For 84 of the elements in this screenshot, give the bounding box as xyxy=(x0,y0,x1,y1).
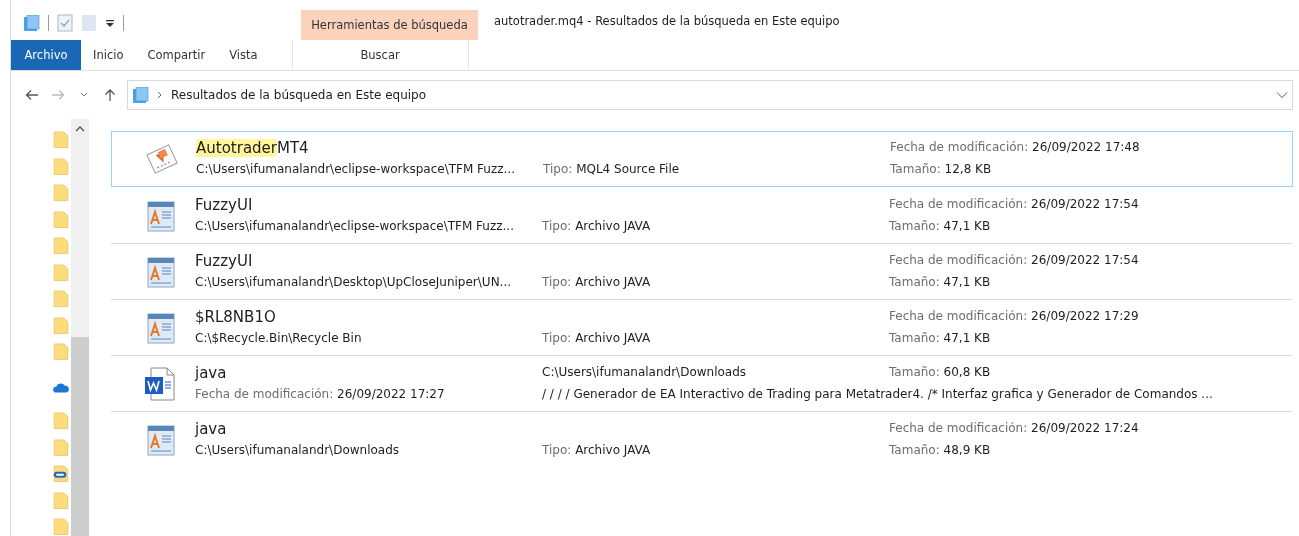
field-value: MQL4 Source File xyxy=(576,162,680,176)
folder-icon[interactable] xyxy=(53,290,69,308)
file-name: AutotraderMT4 xyxy=(196,138,310,159)
linked-folder-icon[interactable] xyxy=(53,465,69,483)
folder-icon[interactable] xyxy=(53,316,69,335)
up-icon[interactable] xyxy=(104,88,116,102)
dropdown-icon[interactable] xyxy=(1276,91,1288,99)
file-tab[interactable]: Archivo xyxy=(11,40,81,70)
ribbon-tab[interactable]: Compartir xyxy=(135,40,218,70)
field-label: Tipo: xyxy=(543,162,573,176)
field-value: 47,1 KB xyxy=(943,330,991,345)
field-label: Tipo: xyxy=(542,330,572,345)
field-label: Tamaño: xyxy=(889,218,940,233)
field-label: Tamaño: xyxy=(889,330,940,345)
folder-icon[interactable] xyxy=(53,412,69,430)
field-value: 48,9 KB xyxy=(943,442,991,457)
address-location: Resultados de la búsqueda en Este equipo xyxy=(171,88,428,102)
folder-icon[interactable] xyxy=(53,237,69,255)
result-item[interactable]: FuzzyUI Fecha de modificación: 26/09/2022 17:54 C:\Users\ifumanalandr\Desktop\UpCloseJuniper\UN... Tipo: Archivo JAVA Tamaño: 47,1 KB xyxy=(111,243,1293,299)
field-value: 26/09/2022 17:29 xyxy=(1031,308,1139,323)
field-value: 47,1 KB xyxy=(943,218,991,233)
file-path: C:\Users\ifumanalandr\eclipse-workspace\TFM Fuzz... xyxy=(195,217,515,235)
field-value: 47,1 KB xyxy=(943,274,991,289)
file-path: C:\Users\ifumanalandr\Downloads xyxy=(195,441,401,459)
file-path: C:\Users\ifumanalandr\Desktop\UpCloseJuniper\UN... xyxy=(195,273,513,291)
field-value: Archivo JAVA xyxy=(575,274,651,289)
field-value: 26/09/2022 17:27 xyxy=(337,386,445,401)
field-value: 60,8 KB xyxy=(943,364,991,379)
result-item[interactable]: FuzzyUI Fecha de modificación: 26/09/2022 17:54 C:\Users\ifumanalandr\eclipse-workspace\TFM Fuzz... Tipo: Archivo JAVA Tamaño: 47,1 KB xyxy=(111,187,1293,243)
field-label: Fecha de modificación: xyxy=(195,386,334,401)
folder-icon[interactable] xyxy=(53,518,69,536)
search-tools-header: Herramientas de búsqueda xyxy=(301,10,478,40)
field-value: 12,8 KB xyxy=(944,162,992,176)
result-item[interactable]: java Fecha de modificación: 26/09/2022 17:24 C:\Users\ifumanalandr\Downloads Tipo: Archivo JAVA Tamaño: 48,9 KB xyxy=(111,411,1293,467)
field-value: 26/09/2022 17:48 xyxy=(1032,140,1140,154)
field-value: 26/09/2022 17:24 xyxy=(1031,420,1139,435)
field-label: Fecha de modificación: xyxy=(889,196,1028,211)
field-label: Tipo: xyxy=(542,218,572,233)
folder-icon[interactable] xyxy=(53,157,69,176)
file-name: FuzzyUI xyxy=(195,250,254,272)
file-name: FuzzyUI xyxy=(195,194,254,216)
field-value: Archivo JAVA xyxy=(575,218,651,233)
field-label: Tamaño: xyxy=(890,162,941,176)
field-label: Fecha de modificación: xyxy=(889,308,1028,323)
window-title: autotrader.mq4 - Resultados de la búsqueda en Este equipo xyxy=(493,14,840,30)
folder-icon[interactable] xyxy=(53,343,69,361)
ribbon-tab[interactable]: Inicio xyxy=(81,40,136,70)
file-path: C:\Users\ifumanalandr\eclipse-workspace\TFM Fuzz... xyxy=(196,161,516,178)
forward-icon[interactable] xyxy=(51,89,65,101)
field-label: Fecha de modificación: xyxy=(889,252,1028,267)
field-value: 26/09/2022 17:54 xyxy=(1031,196,1139,211)
back-icon[interactable] xyxy=(25,89,39,101)
field-label: Tamaño: xyxy=(889,442,940,457)
scrollbar-thumb[interactable] xyxy=(71,337,89,536)
field-value: 26/09/2022 17:54 xyxy=(1031,252,1139,267)
folder-icon[interactable] xyxy=(53,131,69,149)
ribbon-tab[interactable]: Vista xyxy=(217,40,270,70)
folder-icon[interactable] xyxy=(53,184,69,202)
field-label: Fecha de modificación: xyxy=(890,140,1029,154)
file-name: java xyxy=(195,362,228,384)
field-label: Fecha de modificación: xyxy=(889,420,1028,435)
result-item[interactable]: $RL8NB1O Fecha de modificación: 26/09/2022 17:29 C:\$Recycle.Bin\Recycle Bin Tipo: Archivo JAVA Tamaño: 47,1 KB xyxy=(111,299,1293,355)
folder-icon[interactable] xyxy=(53,438,69,457)
field-label: Tamaño: xyxy=(889,364,940,379)
result-item[interactable]: AutotraderMT4 Fecha de modificación: 26/09/2022 17:48 C:\Users\ifumanalandr\eclipse-workspace\TFM Fuzz... Tipo: MQL4 Source File Tamaño: 12,8 KB xyxy=(111,131,1293,187)
scroll-up-icon[interactable] xyxy=(75,125,85,132)
breadcrumb-chevron-icon xyxy=(157,91,163,99)
folder-icon[interactable] xyxy=(53,210,69,229)
folder-icon[interactable] xyxy=(53,263,69,282)
ribbon-tab[interactable]: Buscar xyxy=(291,40,469,70)
customize-menu-icon[interactable] xyxy=(105,18,115,28)
content-snippet: / / / / Generador de EA Interactivo de Trading para Metatrader4. /* Interfaz grafica y Generador de Comandos ... xyxy=(542,385,1214,403)
field-value: Archivo JAVA xyxy=(575,442,651,457)
folder-icon[interactable] xyxy=(53,491,69,510)
field-label: Tipo: xyxy=(542,274,572,289)
recent-locations-icon[interactable] xyxy=(80,92,88,98)
file-name: $RL8NB1O xyxy=(195,306,277,328)
field-label: Tipo: xyxy=(542,442,572,457)
field-value: Archivo JAVA xyxy=(575,330,651,345)
address-bar[interactable]: Resultados de la búsqueda en Este equipo xyxy=(127,80,1293,110)
field-label: Tamaño: xyxy=(889,274,940,289)
file-path: C:\Users\ifumanalandr\Downloads xyxy=(542,363,748,381)
file-name: java xyxy=(195,418,228,440)
file-path: C:\$Recycle.Bin\Recycle Bin xyxy=(195,329,363,347)
